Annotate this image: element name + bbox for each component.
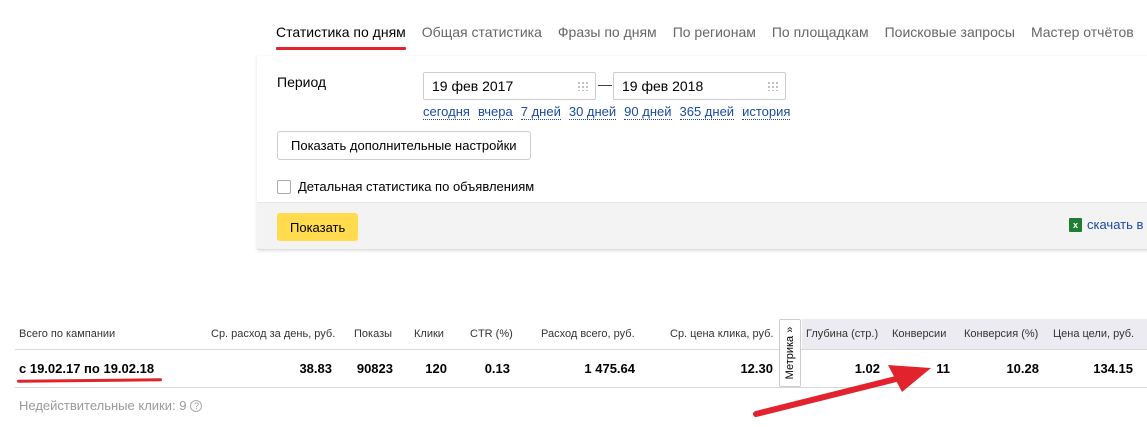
detail-stats-checkbox[interactable] (277, 179, 291, 194)
cell-total-spend: 1 475.64 (584, 361, 635, 376)
download-label: скачать в (1087, 217, 1144, 232)
link-today[interactable]: сегодня (423, 104, 470, 120)
tab-by-sites[interactable]: По площадкам (764, 14, 877, 50)
cell-depth: 1.02 (854, 361, 880, 376)
link-7-days[interactable]: 7 дней (520, 104, 561, 120)
show-button[interactable]: Показать (277, 213, 359, 241)
invalid-clicks-note: Недействительные клики: 9 ? (19, 398, 203, 413)
date-from-value: 19 фев 2017 (432, 78, 514, 94)
link-history[interactable]: история (742, 104, 791, 120)
cell-clicks: 120 (425, 361, 447, 376)
metrika-label: Метрика » (784, 326, 796, 380)
header-total-spend: Расход всего, руб. (541, 328, 635, 340)
detail-stats-option[interactable]: Детальная статистика по объявлениям (277, 179, 534, 194)
tab-by-regions[interactable]: По регионам (665, 14, 764, 50)
header-campaign-total: Всего по кампании (19, 328, 116, 340)
date-separator: — (598, 76, 612, 92)
header-goal-price: Цена цели, руб. (1053, 328, 1135, 340)
header-clicks: Клики (414, 328, 444, 340)
tab-general-stats[interactable]: Общая статистика (414, 14, 550, 50)
report-tabs: Статистика по дням Общая статистика Фраз… (268, 14, 1142, 54)
link-90-days[interactable]: 90 дней (624, 104, 672, 120)
panel-footer: Показать x скачать в (257, 202, 1147, 249)
cell-avg-cpc: 12.30 (740, 361, 773, 376)
row-divider (15, 387, 1147, 388)
excel-icon: x (1069, 217, 1082, 232)
header-ctr: CTR (%) (470, 328, 513, 340)
tab-report-wizard[interactable]: Мастер отчётов (1023, 14, 1142, 50)
cell-conversions: 11 (936, 361, 950, 376)
link-30-days[interactable]: 30 дней (568, 104, 617, 120)
header-avg-cpc: Ср. цена клика, руб. (670, 328, 774, 340)
invalid-clicks-text: Недействительные клики: 9 (19, 398, 187, 413)
cell-goal-price: 134.15 (1093, 361, 1133, 376)
detail-stats-label: Детальная статистика по объявлениям (298, 179, 535, 194)
header-avg-spend: Ср. расход за день, руб. (211, 328, 336, 340)
download-link[interactable]: x скачать в (1069, 217, 1143, 232)
link-365-days[interactable]: 365 дней (679, 104, 735, 120)
report-settings-panel: Период 19 фев 2017 — 19 фев 2018 сегодня… (257, 56, 1147, 250)
header-conversions: Конверсии (892, 328, 947, 340)
date-from-input[interactable]: 19 фев 2017 (423, 72, 596, 100)
calendar-icon[interactable] (577, 81, 589, 91)
date-to-input[interactable]: 19 фев 2018 (613, 72, 786, 100)
date-to-value: 19 фев 2018 (622, 78, 704, 94)
tab-phrases-by-days[interactable]: Фразы по дням (550, 14, 665, 50)
row-divider (15, 349, 1147, 350)
calendar-icon[interactable] (767, 81, 779, 91)
help-icon[interactable]: ? (190, 399, 203, 412)
header-depth: Глубина (стр.) (806, 328, 879, 340)
cell-ctr: 0.13 (484, 361, 510, 376)
show-more-settings-button[interactable]: Показать дополнительные настройки (277, 131, 531, 160)
period-quick-links: сегодня вчера 7 дней 30 дней 90 дней 365… (423, 104, 791, 120)
cell-avg-spend: 38.83 (299, 361, 332, 376)
tab-search-queries[interactable]: Поисковые запросы (877, 14, 1023, 50)
tab-stats-by-days[interactable]: Статистика по дням (268, 14, 414, 50)
period-label: Период (277, 74, 327, 90)
link-yesterday[interactable]: вчера (477, 104, 513, 120)
metrika-toggle[interactable]: Метрика » (779, 319, 801, 387)
header-impressions: Показы (354, 328, 393, 340)
cell-conversion-rate: 10.28 (1006, 361, 1039, 376)
header-conversion-rate: Конверсия (%) (964, 328, 1039, 340)
cell-impressions: 90823 (356, 361, 393, 376)
